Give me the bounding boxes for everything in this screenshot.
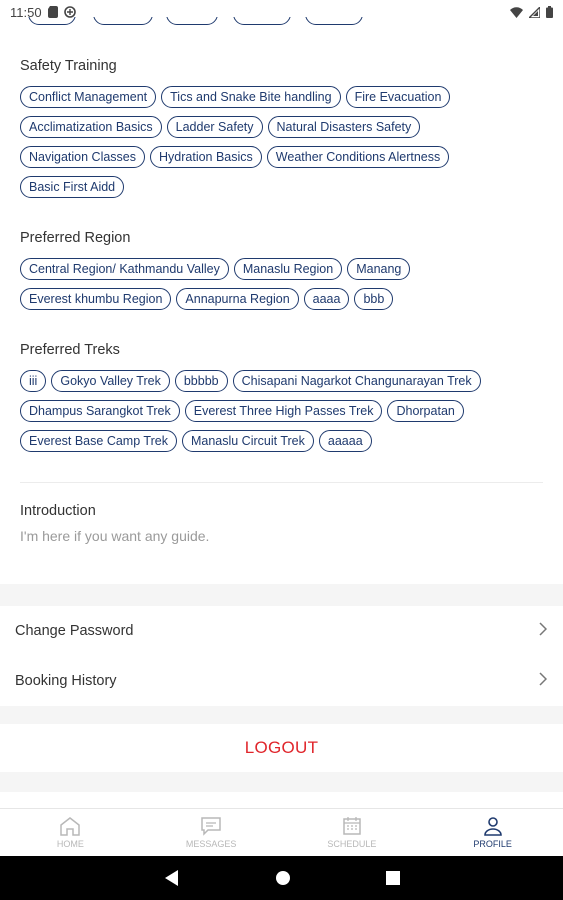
chip[interactable]: Manang	[347, 258, 411, 280]
logout-button[interactable]: LOGOUT	[0, 724, 563, 772]
chip[interactable]: bbb	[354, 288, 394, 310]
chip[interactable]: bbbbb	[174, 370, 228, 392]
chevron-right-icon	[539, 622, 548, 640]
nav-profile-label: PROFILE	[473, 839, 512, 849]
chip[interactable]: aaaaa	[318, 430, 372, 452]
chevron-right-icon	[539, 672, 548, 690]
message-icon	[201, 817, 221, 836]
home-circle-icon[interactable]	[275, 870, 291, 886]
introduction-text: I'm here if you want any guide.	[20, 528, 210, 544]
section-title: Preferred Treks	[20, 342, 120, 358]
chip[interactable]: Acclimatization Basics	[20, 116, 162, 138]
chip[interactable]: Ladder Safety	[166, 116, 263, 138]
chip[interactable]: Everest Three High Passes Trek	[184, 400, 383, 422]
chip[interactable]: Gokyo Valley Trek	[51, 370, 170, 392]
chip[interactable]: Chisapani Nagarkot Changunarayan Trek	[232, 370, 481, 392]
chip[interactable]: Hydration Basics	[150, 146, 262, 168]
chip[interactable]: Everest khumbu Region	[20, 288, 172, 310]
section-separator	[0, 584, 563, 606]
chip-list: Central Region/ Kathmandu Valley Manaslu…	[20, 258, 543, 310]
user-icon	[483, 817, 502, 836]
logout-label: LOGOUT	[244, 738, 319, 757]
nav-home-label: HOME	[56, 839, 84, 849]
bottom-navigation: HOME MESSAGES SCHEDULE PROFILE	[0, 808, 563, 856]
nav-profile[interactable]: PROFILE	[422, 809, 563, 856]
chip[interactable]: Manaslu Circuit Trek	[181, 430, 314, 452]
chip[interactable]: Dhorpatan	[387, 400, 464, 422]
home-icon	[60, 817, 81, 836]
nav-messages[interactable]: MESSAGES	[141, 809, 282, 856]
preferred-region-section: Preferred Region Central Region/ Kathman…	[0, 227, 563, 310]
chip[interactable]: Central Region/ Kathmandu Valley	[20, 258, 229, 280]
chip[interactable]: Weather Conditions Alertness	[266, 146, 450, 168]
nav-home[interactable]: HOME	[0, 809, 141, 856]
change-password-row[interactable]: Change Password	[0, 606, 563, 656]
safety-training-section: Safety Training Conflict Management Tics…	[0, 55, 563, 198]
chip[interactable]: Conflict Management	[20, 86, 157, 108]
chip[interactable]: Tics and Snake Bite handling	[161, 86, 341, 108]
booking-history-row[interactable]: Booking History	[0, 656, 563, 706]
chip[interactable]: Basic First Aidd	[20, 176, 125, 198]
chip[interactable]: Navigation Classes	[20, 146, 145, 168]
wifi-icon	[510, 6, 523, 18]
introduction-label: Introduction	[20, 503, 96, 519]
nav-schedule[interactable]: SCHEDULE	[282, 809, 423, 856]
system-navigation-bar	[0, 856, 563, 900]
chip[interactable]: Fire Evacuation	[345, 86, 451, 108]
calendar-icon	[343, 817, 361, 835]
section-separator	[0, 772, 563, 792]
back-icon[interactable]	[164, 869, 180, 887]
recents-icon[interactable]	[385, 871, 400, 885]
chip[interactable]: Manaslu Region	[233, 258, 343, 280]
chip-list: Conflict Management Tics and Snake Bite …	[20, 86, 543, 198]
section-separator	[0, 706, 563, 724]
chip[interactable]: aaaa	[303, 288, 350, 310]
section-title: Safety Training	[20, 58, 117, 74]
chip-list: iii Gokyo Valley Trek bbbbb Chisapani Na…	[20, 370, 543, 452]
chip[interactable]: Natural Disasters Safety	[267, 116, 421, 138]
divider	[20, 482, 543, 483]
signal-icon	[529, 6, 540, 18]
nav-messages-label: MESSAGES	[185, 839, 237, 849]
chip[interactable]: Everest Base Camp Trek	[20, 430, 177, 452]
nav-schedule-label: SCHEDULE	[327, 839, 377, 849]
preferred-treks-section: Preferred Treks iii Gokyo Valley Trek bb…	[0, 339, 563, 452]
chip[interactable]: iii	[20, 370, 47, 392]
introduction-section: Introduction I'm here if you want any gu…	[0, 503, 563, 544]
scrolled-chip-row	[0, 17, 563, 27]
chip[interactable]: Annapurna Region	[176, 288, 299, 310]
booking-history-label: Booking History	[15, 673, 117, 689]
section-title: Preferred Region	[20, 230, 131, 246]
change-password-label: Change Password	[15, 623, 134, 639]
chip[interactable]: Dhampus Sarangkot Trek	[20, 400, 180, 422]
profile-content: Safety Training Conflict Management Tics…	[0, 55, 563, 792]
